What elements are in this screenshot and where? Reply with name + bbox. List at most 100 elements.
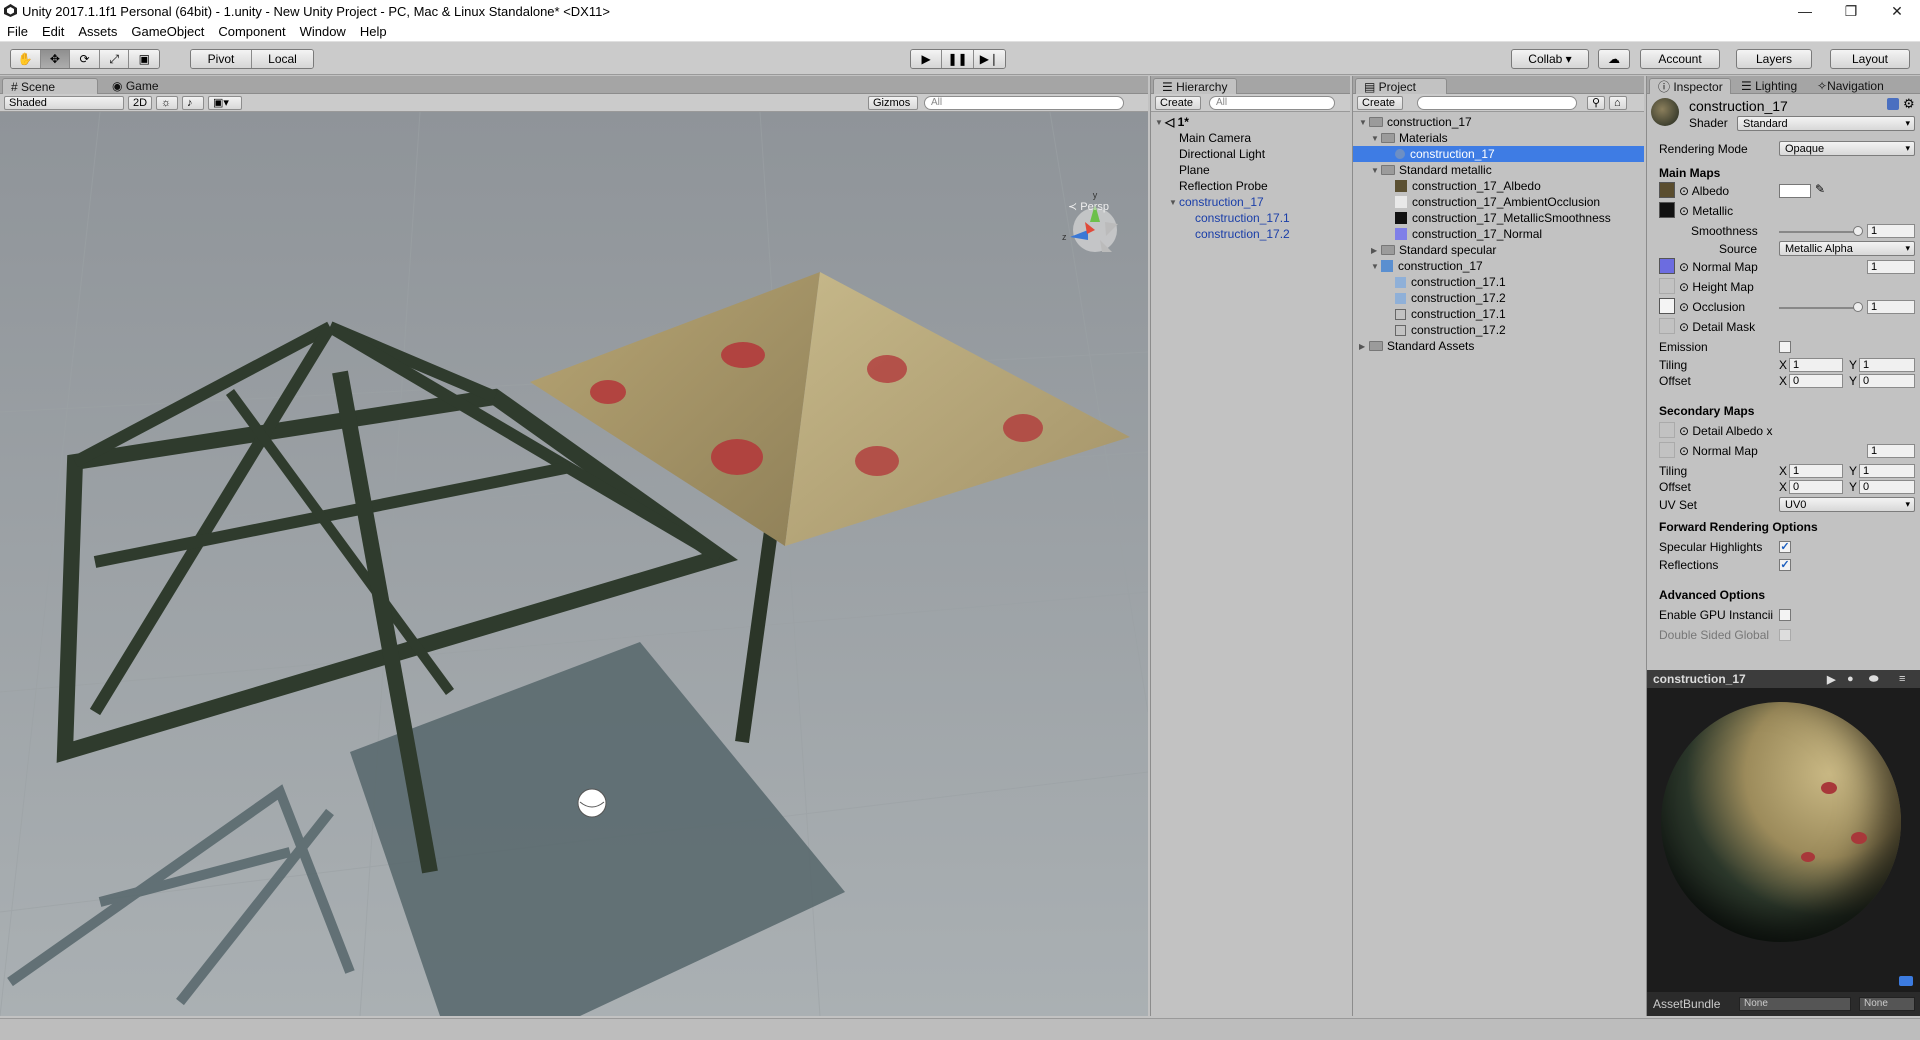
detail-albedo-texture-slot[interactable] [1659,422,1675,438]
hierarchy-item-construction-2[interactable]: construction_17.2 [1151,226,1350,242]
smoothness-value[interactable]: 1 [1867,224,1915,238]
project-item-material-selected[interactable]: construction_17 [1353,146,1644,162]
sec-tiling-y-field[interactable]: 1 [1859,464,1915,478]
project-folder-standard-assets[interactable]: ▶ Standard Assets [1353,338,1644,354]
preview-play-icon[interactable]: ▶ [1827,673,1835,686]
project-item-submodel-1[interactable]: construction_17.1 [1353,274,1644,290]
move-tool-icon[interactable]: ✥ [40,50,71,68]
project-folder-standard-specular[interactable]: ▶ Standard specular [1353,242,1644,258]
height-map-texture-slot[interactable] [1659,278,1675,294]
hierarchy-item-main-camera[interactable]: Main Camera [1151,130,1350,146]
audio-toggle-icon[interactable]: ♪ [182,95,204,110]
filter-type-icon[interactable]: ⚲ [1587,95,1605,110]
project-folder-standard-metallic[interactable]: ▼ Standard metallic [1353,162,1644,178]
filter-label-icon[interactable]: ⌂ [1609,95,1627,110]
tab-lighting[interactable]: ☰ Lighting [1733,78,1807,94]
specular-highlights-checkbox[interactable]: ✓ [1779,541,1791,553]
albedo-texture-slot[interactable] [1659,182,1675,198]
expand-arrow-icon[interactable]: ▼ [1155,118,1165,127]
project-item-ao[interactable]: construction_17_AmbientOcclusion [1353,194,1644,210]
albedo-color-field[interactable] [1779,184,1811,198]
menu-file[interactable]: File [0,24,35,39]
occlusion-slider[interactable] [1779,307,1857,309]
scale-tool-icon[interactable]: ⤢ [99,50,130,68]
project-item-submodel-2[interactable]: construction_17.2 [1353,290,1644,306]
hierarchy-item-construction[interactable]: ▼ construction_17 [1151,194,1350,210]
project-item-metallic-smoothness[interactable]: construction_17_MetallicSmoothness [1353,210,1644,226]
tab-hierarchy[interactable]: ☰ Hierarchy [1153,78,1237,94]
smoothness-slider-knob[interactable] [1853,226,1863,236]
gizmos-dropdown[interactable]: Gizmos [868,95,918,110]
offset-y-field[interactable]: 0 [1859,374,1915,388]
menu-component[interactable]: Component [211,24,292,39]
close-icon[interactable]: ✕ [1874,0,1920,22]
tab-project[interactable]: ▤ Project [1355,78,1447,94]
hierarchy-item-construction-1[interactable]: construction_17.1 [1151,210,1350,226]
gpu-instancing-checkbox[interactable] [1779,609,1791,621]
account-dropdown[interactable]: Account [1640,49,1720,69]
menu-assets[interactable]: Assets [71,24,124,39]
expand-arrow-icon[interactable]: ▼ [1169,198,1179,207]
project-item-albedo[interactable]: construction_17_Albedo [1353,178,1644,194]
project-create-dropdown[interactable]: Create [1357,95,1403,110]
offset-x-field[interactable]: 0 [1789,374,1843,388]
tab-navigation[interactable]: ✧ Navigation [1809,78,1899,94]
2d-toggle[interactable]: 2D [128,95,152,110]
assetbundle-variant-dropdown[interactable]: None [1859,997,1915,1011]
rendering-mode-dropdown[interactable]: Opaque [1779,141,1915,156]
collab-button[interactable]: Collab ▾ [1511,49,1589,69]
expand-arrow-icon[interactable]: ▼ [1371,134,1381,143]
rect-tool-icon[interactable]: ▣ [129,50,159,68]
occlusion-value[interactable]: 1 [1867,300,1915,314]
minimize-icon[interactable]: — [1782,0,1828,22]
menu-gameobject[interactable]: GameObject [124,24,211,39]
step-icon[interactable]: ▶❘ [973,50,1005,68]
sec-offset-x-field[interactable]: 0 [1789,480,1843,494]
expand-arrow-icon[interactable]: ▼ [1371,166,1381,175]
menu-help[interactable]: Help [353,24,394,39]
hand-tool-icon[interactable]: ✋ [11,50,41,68]
scene-viewport[interactable]: y z ≺ Persp [0,112,1148,1016]
project-folder-materials[interactable]: ▼ Materials [1353,130,1644,146]
hierarchy-item-directional-light[interactable]: Directional Light [1151,146,1350,162]
emission-checkbox[interactable] [1779,341,1791,353]
pivot-button[interactable]: Pivot [191,50,253,68]
occlusion-slider-knob[interactable] [1853,302,1863,312]
settings-gear-icon[interactable]: ⚙ [1903,96,1915,112]
normal-map-texture-slot[interactable] [1659,258,1675,274]
material-preview-sphere[interactable] [1661,702,1901,942]
tab-game[interactable]: ◉ Game [104,78,174,94]
rotate-tool-icon[interactable]: ⟳ [70,50,100,68]
sec-tiling-x-field[interactable]: 1 [1789,464,1843,478]
expand-arrow-icon[interactable]: ▼ [1371,262,1381,271]
scene-search-input[interactable]: All [924,95,1124,110]
lighting-toggle-icon[interactable]: ☼ [156,95,178,110]
directional-light-gizmo[interactable] [577,788,607,818]
tiling-x-field[interactable]: 1 [1789,358,1843,372]
effects-dropdown-icon[interactable]: ▣▾ [208,95,242,110]
normal-map-value[interactable]: 1 [1867,260,1915,274]
maximize-icon[interactable]: ❐ [1828,0,1874,22]
menu-edit[interactable]: Edit [35,24,71,39]
expand-arrow-icon[interactable]: ▶ [1371,246,1381,255]
hierarchy-search-input[interactable]: All [1209,95,1335,110]
reflections-checkbox[interactable]: ✓ [1779,559,1791,571]
tab-scene[interactable]: # Scene [2,78,98,94]
pause-icon[interactable]: ❚❚ [942,50,974,68]
expand-arrow-icon[interactable]: ▶ [1359,342,1369,351]
layout-dropdown[interactable]: Layout [1830,49,1910,69]
detail-mask-texture-slot[interactable] [1659,318,1675,334]
preview-sphere-icon[interactable]: ⬬ [1869,673,1878,686]
uv-set-dropdown[interactable]: UV0 [1779,497,1915,512]
preview-light-icon[interactable]: ● [1847,673,1854,685]
sec-offset-y-field[interactable]: 0 [1859,480,1915,494]
smoothness-slider[interactable] [1779,231,1857,233]
shader-dropdown[interactable]: Standard [1737,116,1915,131]
tiling-y-field[interactable]: 1 [1859,358,1915,372]
hierarchy-item-reflection-probe[interactable]: Reflection Probe [1151,178,1350,194]
tab-inspector[interactable]: ⓘ Inspector [1649,78,1731,94]
project-folder-construction[interactable]: ▼ construction_17 [1353,114,1644,130]
layers-dropdown[interactable]: Layers [1736,49,1812,69]
local-button[interactable]: Local [252,50,313,68]
expand-arrow-icon[interactable]: ▼ [1359,118,1369,127]
